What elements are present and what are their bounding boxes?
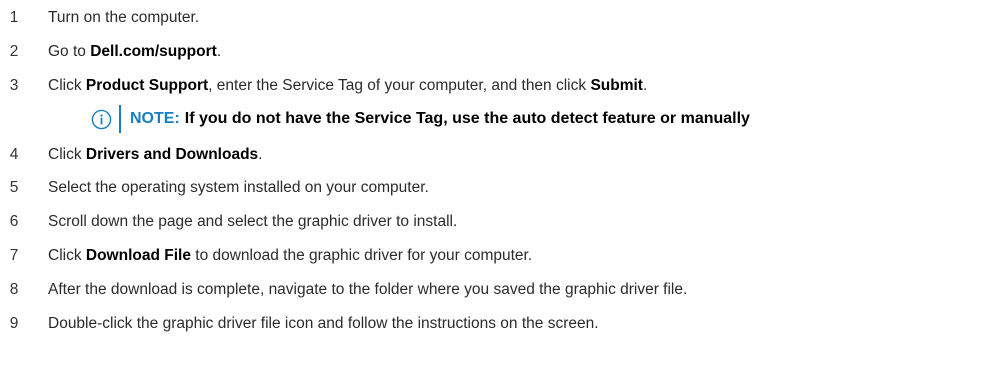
step-6: 6 Scroll down the page and select the gr… [0,207,458,237]
step-3: 3 Click Product Support, enter the Servi… [0,71,648,101]
step-text: Click Product Support, enter the Service… [48,77,648,94]
step-number: 5 [9,179,19,196]
step-number: 4 [9,146,19,163]
step-text: Turn on the computer. [48,9,200,26]
step-5: 5 Select the operating system installed … [0,173,429,203]
step-emphasis: Download File [85,247,191,264]
step-text: Select the operating system installed on… [48,179,429,196]
step-text: Go to Dell.com/support. [48,43,222,60]
step-4: 4 Click Drivers and Downloads. [0,140,263,170]
step-text: Click Download File to download the grap… [48,247,533,264]
step-number: 7 [9,247,19,264]
step-text: After the download is complete, navigate… [48,281,688,298]
step-7: 7 Click Download File to download the gr… [0,241,532,271]
step-number: 2 [9,43,19,60]
step-8: 8 After the download is complete, naviga… [0,275,688,305]
step-9: 9 Double-click the graphic driver file i… [0,309,599,339]
step-number: 6 [9,213,19,230]
step-number: 1 [9,9,19,26]
info-icon [91,109,112,129]
note-divider [119,105,121,133]
step-number: 9 [9,315,19,332]
note-label: NOTE: [130,110,180,127]
step-text: Double-click the graphic driver file ico… [48,315,599,332]
instruction-steps: 1 Turn on the computer. 2 Go to Dell.com… [0,0,995,380]
step-emphasis: Submit [590,77,643,94]
step-2: 2 Go to Dell.com/support. [0,37,221,67]
step-emphasis: Dell.com/support [90,43,217,60]
note-text: If you do not have the Service Tag, use … [184,110,750,127]
step-emphasis: Product Support [85,77,209,94]
note-callout: NOTE: If you do not have the Service Tag… [91,102,995,136]
step-number: 3 [9,77,19,94]
step-1: 1 Turn on the computer. [0,3,199,33]
step-text: Scroll down the page and select the grap… [48,213,458,230]
step-number: 8 [9,281,19,298]
step-text: Click Drivers and Downloads. [48,146,263,163]
step-emphasis: Drivers and Downloads [85,146,259,163]
